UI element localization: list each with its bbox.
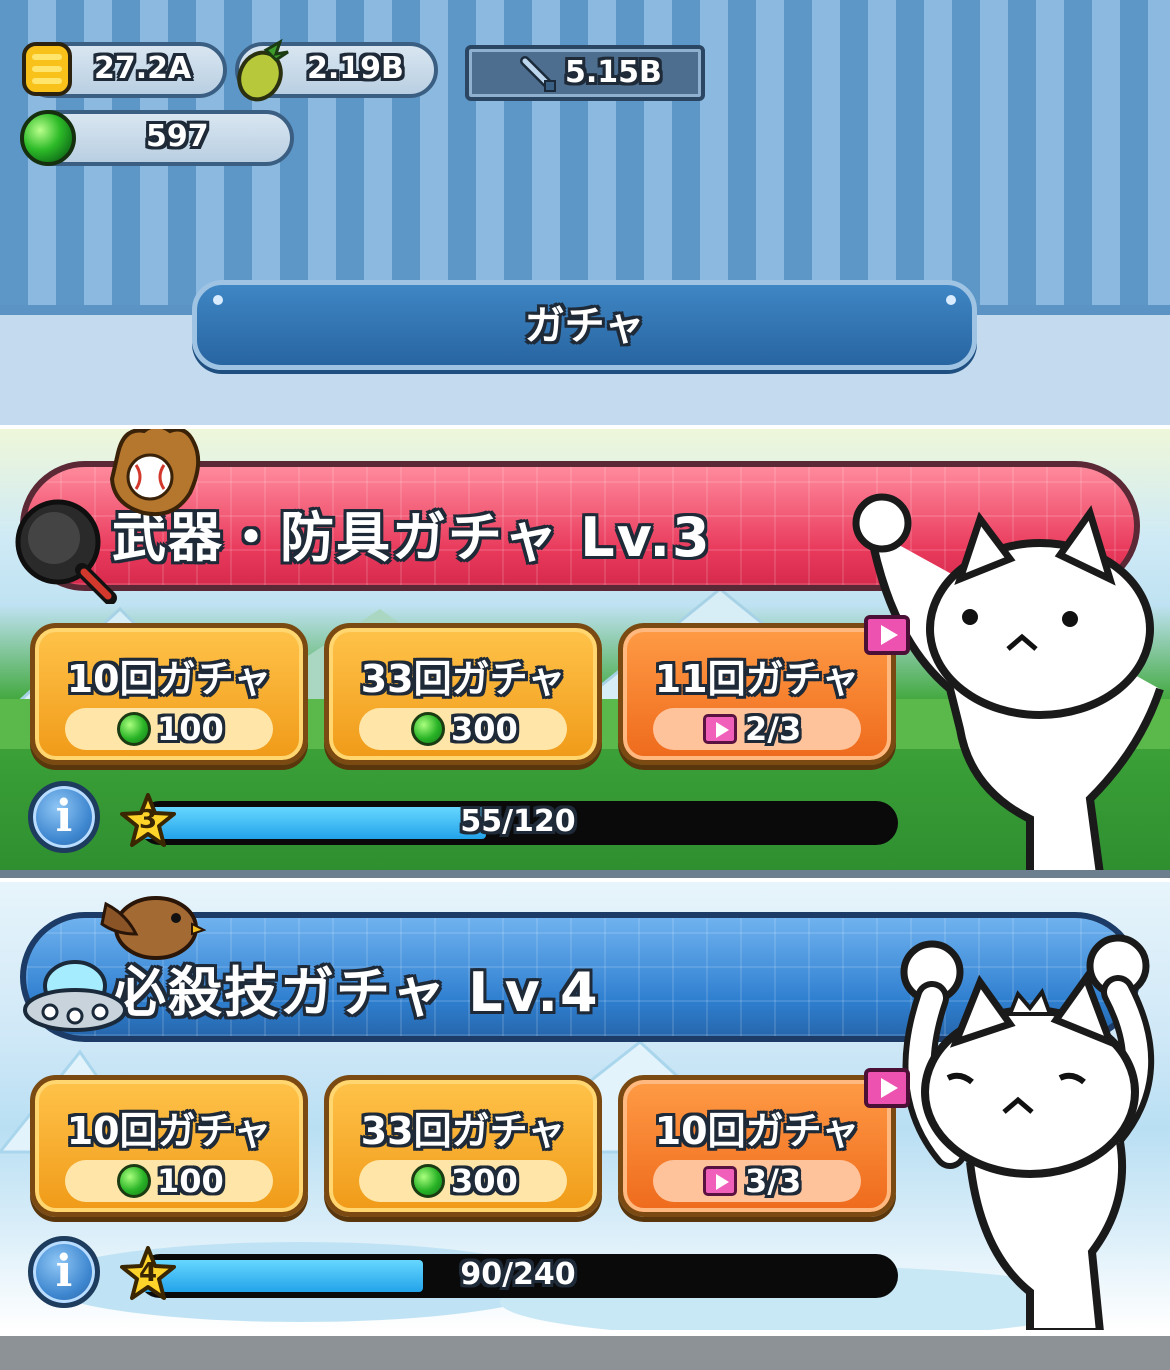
gem-icon <box>117 1164 151 1198</box>
gem-icon <box>411 712 445 746</box>
button-label: 10回ガチャ <box>654 1109 860 1153</box>
banner-rivet <box>213 295 223 305</box>
cost-value: 100 <box>157 710 224 748</box>
button-label: 10回ガチャ <box>66 657 272 701</box>
cost-pill: 100 <box>65 1160 273 1202</box>
gacha-10-pull-button[interactable]: 10回ガチャ 100 <box>30 623 308 765</box>
gacha-video-pull-button[interactable]: 11回ガチャ 2/3 <box>618 623 896 765</box>
gem-icon <box>20 110 76 166</box>
level-progress-bar: 90/240 <box>138 1254 898 1298</box>
coin-value: 27.2A <box>94 51 192 86</box>
attack-power-counter: 5.15B <box>465 45 705 101</box>
screen-title-banner: ガチャ <box>192 280 977 370</box>
gacha-panel-equipment: 武器・防具ガチャ Lv.3 10回ガチャ 100 33回ガチャ 300 11回ガ… <box>0 425 1170 870</box>
gacha-panel-special-move: 必殺技ガチャ Lv.4 10回ガチャ 100 33回ガチャ 300 10回ガチャ… <box>0 878 1170 1330</box>
button-label: 10回ガチャ <box>66 1109 272 1153</box>
fruit-icon <box>237 38 289 102</box>
bird-icon <box>100 896 206 960</box>
cost-pill: 100 <box>65 708 273 750</box>
gem-value: 597 <box>146 119 209 154</box>
gacha-33-pull-button[interactable]: 33回ガチャ 300 <box>324 623 602 765</box>
cost-value: 100 <box>157 1162 224 1200</box>
level-number: 3 <box>138 805 158 835</box>
level-progress-bar: 55/120 <box>138 801 898 845</box>
level-number: 4 <box>138 1258 158 1288</box>
banner-rivet <box>946 295 956 305</box>
cost-value: 300 <box>451 710 518 748</box>
cost-value: 300 <box>451 1162 518 1200</box>
ufo-icon <box>23 960 127 1032</box>
cost-pill: 2/3 <box>653 708 861 750</box>
gem-icon <box>411 1164 445 1198</box>
button-label: 33回ガチャ <box>360 657 566 701</box>
gacha-33-pull-button[interactable]: 33回ガチャ 300 <box>324 1075 602 1217</box>
button-label: 33回ガチャ <box>360 1109 566 1153</box>
header: 27.2A 2.19B 5.15B 597 ガチャ <box>0 0 1170 425</box>
attack-power-value: 5.15B <box>565 55 662 90</box>
level-star-icon: 4 <box>120 1246 176 1302</box>
gacha-10-pull-button[interactable]: 10回ガチャ 100 <box>30 1075 308 1217</box>
next-panel-edge <box>0 1330 1170 1370</box>
cost-value: 2/3 <box>745 710 802 748</box>
cost-value: 3/3 <box>745 1162 802 1200</box>
coin-icon <box>22 42 72 96</box>
info-button[interactable]: i <box>28 781 100 853</box>
cost-pill: 300 <box>359 708 567 750</box>
cost-pill: 300 <box>359 1160 567 1202</box>
gacha-video-pull-button[interactable]: 10回ガチャ 3/3 <box>618 1075 896 1217</box>
fruit-value: 2.19B <box>307 51 404 86</box>
level-progress-text: 55/120 <box>460 804 576 839</box>
button-label: 11回ガチャ <box>654 657 860 701</box>
info-button[interactable]: i <box>28 1236 100 1308</box>
video-ad-icon <box>864 615 910 655</box>
cost-pill: 3/3 <box>653 1160 861 1202</box>
level-progress-text: 90/240 <box>460 1257 576 1292</box>
video-icon <box>703 1166 737 1196</box>
video-icon <box>703 714 737 744</box>
cat-mascot-crowned <box>900 934 1155 1330</box>
screen-title: ガチャ <box>524 303 645 349</box>
level-star-icon: 3 <box>120 793 176 849</box>
gem-icon <box>117 712 151 746</box>
sword-icon <box>520 56 556 92</box>
baseball-glove-icon <box>109 429 201 516</box>
panel-divider <box>0 870 1170 878</box>
video-ad-icon <box>864 1068 910 1108</box>
